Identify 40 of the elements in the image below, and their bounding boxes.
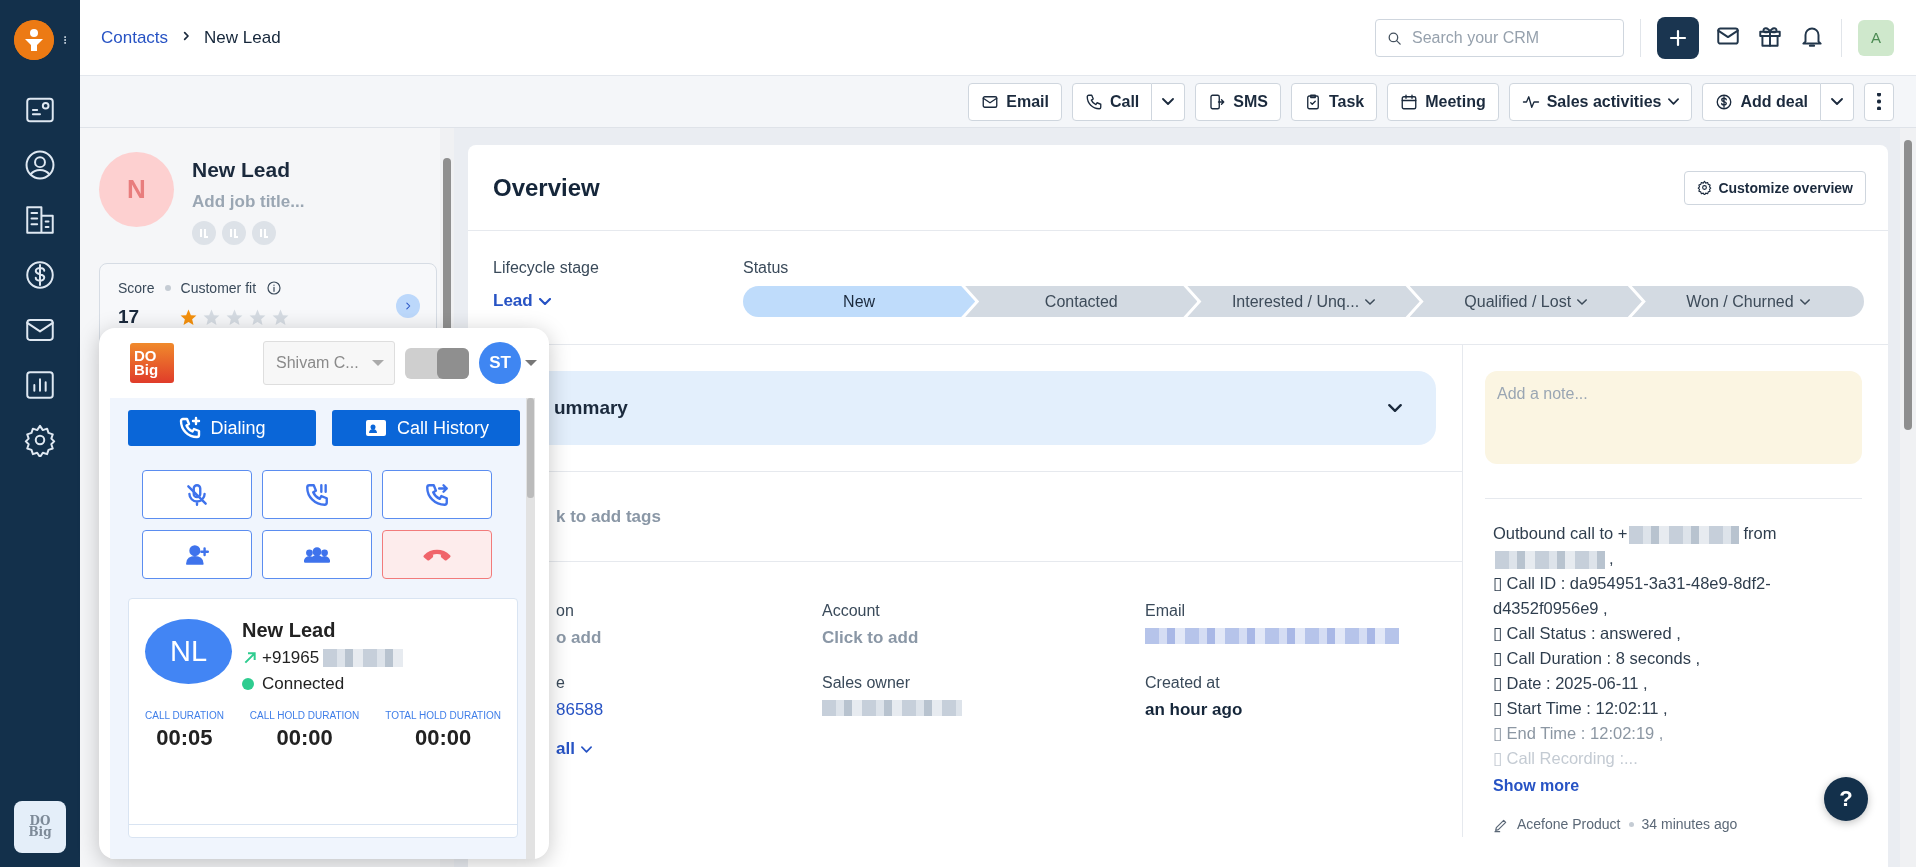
contact-name: New Lead	[192, 158, 292, 182]
activity-author: Acefone Product	[1517, 815, 1621, 834]
field-label: Sales owner	[822, 674, 912, 692]
dialer-logo: DO Big	[130, 343, 174, 383]
status-label: Status	[743, 259, 790, 277]
activity-text: ▯ End Time : 12:02:19 ,	[1493, 724, 1664, 742]
stat-label: CALL HOLD DURATION	[249, 710, 360, 721]
stat-value: 00:05	[156, 725, 213, 751]
caller-number: +91965	[262, 648, 320, 668]
breadcrumb-current: New Lead	[204, 27, 281, 48]
field-label: Created at	[1145, 674, 1221, 692]
activity-text: ▯ Call Status : answered ,	[1493, 624, 1681, 642]
fit-label: Customer fit	[180, 280, 257, 296]
activity-text: from	[1743, 524, 1777, 542]
field-value: an hour ago	[1145, 700, 1244, 720]
score-value: 17	[118, 306, 140, 328]
activity-text: ▯ Call ID : da954951-3a31-48e9-8df2-d4352f0956e9 ,	[1493, 574, 1771, 617]
score-label: Score	[118, 280, 155, 296]
stat-value: 00:00	[276, 725, 333, 751]
field-label: on	[556, 602, 575, 620]
summary-title: ummary	[554, 397, 628, 419]
caller-avatar: NL	[145, 619, 232, 684]
activity-text: ,	[1609, 549, 1614, 567]
contact-avatar: N	[99, 152, 174, 227]
activity-text: ▯ Call Duration : 8 seconds ,	[1493, 649, 1701, 667]
stat-label: CALL DURATION	[145, 710, 224, 721]
field-label: Email	[1145, 602, 1186, 620]
activity-text: ▯ Start Time : 12:02:11 ,	[1493, 699, 1668, 717]
activity-text: ▯ Date : 2025-06-11 ,	[1493, 674, 1648, 692]
caller-name: New Lead	[242, 619, 337, 642]
activity-text: ▯ Call Recording :...	[1493, 749, 1638, 767]
call-status: Connected	[262, 674, 345, 694]
activity-text: Outbound call to +	[1493, 524, 1628, 542]
activity-time: 34 minutes ago	[1641, 815, 1738, 834]
stat-value: 00:00	[414, 725, 472, 751]
lifecycle-label: Lifecycle stage	[493, 259, 600, 277]
field-label: e	[556, 674, 566, 692]
stat-label: TOTAL HOLD DURATION	[385, 710, 501, 721]
field-label: Account	[822, 602, 881, 620]
overview-title: Overview	[493, 173, 600, 202]
